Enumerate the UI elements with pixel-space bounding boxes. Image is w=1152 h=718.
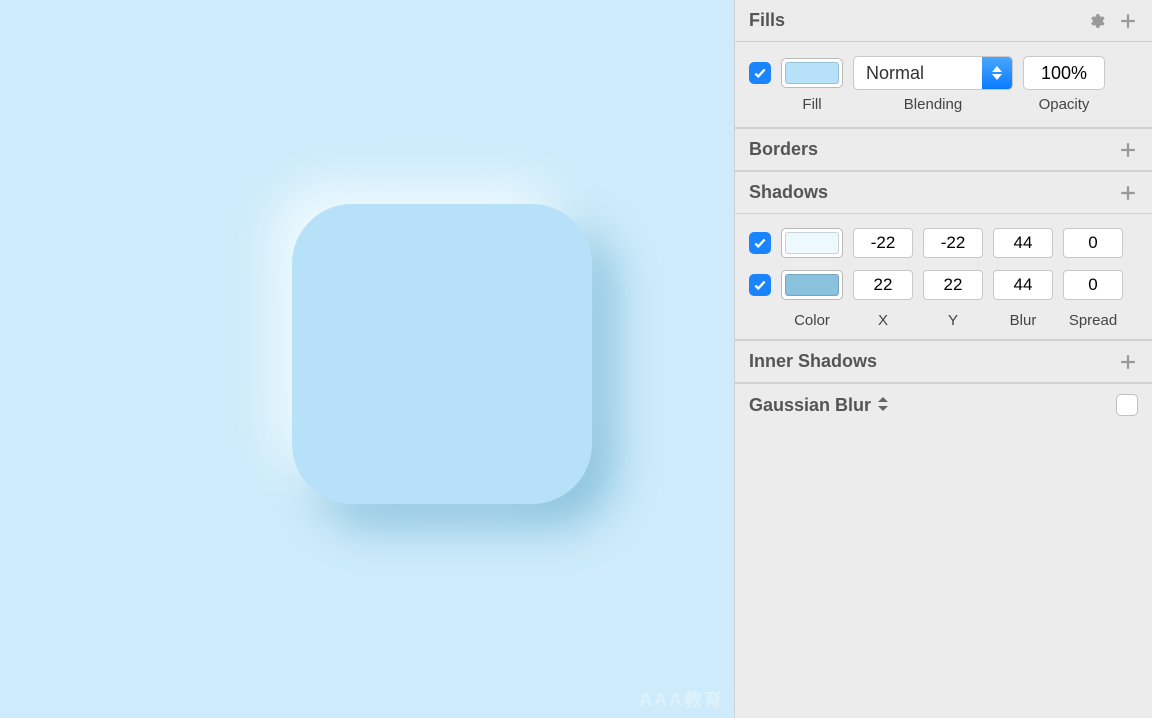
fills-title: Fills bbox=[749, 10, 785, 31]
shadow-blur-input[interactable] bbox=[993, 228, 1053, 258]
inspector-panel: Fills Normal bbox=[734, 0, 1152, 718]
updown-icon[interactable] bbox=[877, 396, 889, 415]
blending-value: Normal bbox=[866, 63, 924, 84]
canvas[interactable]: AAA教育 bbox=[0, 0, 734, 718]
shadow-row bbox=[749, 228, 1138, 258]
shadow-blur-input[interactable] bbox=[993, 270, 1053, 300]
shadow-x-input[interactable] bbox=[853, 228, 913, 258]
neumorphic-shape[interactable] bbox=[292, 204, 592, 504]
blending-select[interactable]: Normal bbox=[853, 56, 1013, 90]
gaussian-blur-title: Gaussian Blur bbox=[749, 395, 871, 416]
inner-shadows-header: Inner Shadows bbox=[735, 340, 1152, 383]
add-fill-icon[interactable] bbox=[1118, 11, 1138, 31]
y-label: Y bbox=[923, 312, 983, 329]
shadow-x-input[interactable] bbox=[853, 270, 913, 300]
gaussian-enabled-checkbox[interactable] bbox=[1116, 394, 1138, 416]
borders-title: Borders bbox=[749, 139, 818, 160]
shadows-header: Shadows bbox=[735, 171, 1152, 214]
shadow-spread-input[interactable] bbox=[1063, 228, 1123, 258]
fill-enabled-checkbox[interactable] bbox=[749, 62, 771, 84]
gear-icon[interactable] bbox=[1086, 11, 1106, 31]
spread-label: Spread bbox=[1063, 312, 1123, 329]
fill-label: Fill bbox=[781, 96, 843, 113]
watermark: AAA教育 bbox=[639, 686, 724, 712]
shadow-y-input[interactable] bbox=[923, 228, 983, 258]
opacity-label: Opacity bbox=[1023, 96, 1105, 113]
borders-header: Borders bbox=[735, 128, 1152, 171]
gaussian-blur-row: Gaussian Blur bbox=[735, 383, 1152, 426]
add-inner-shadow-icon[interactable] bbox=[1118, 352, 1138, 372]
add-shadow-icon[interactable] bbox=[1118, 183, 1138, 203]
shadow-enabled-checkbox[interactable] bbox=[749, 274, 771, 296]
fills-body: Normal Fill Blending Opacity bbox=[735, 42, 1152, 128]
shadow-y-input[interactable] bbox=[923, 270, 983, 300]
fill-color-swatch[interactable] bbox=[781, 58, 843, 88]
shadow-enabled-checkbox[interactable] bbox=[749, 232, 771, 254]
shadows-body: Color X Y Blur Spread bbox=[735, 214, 1152, 340]
blending-label: Blending bbox=[853, 96, 1013, 113]
inner-shadows-title: Inner Shadows bbox=[749, 351, 877, 372]
blur-label: Blur bbox=[993, 312, 1053, 329]
fills-header: Fills bbox=[735, 0, 1152, 42]
add-border-icon[interactable] bbox=[1118, 140, 1138, 160]
select-stepper-icon[interactable] bbox=[982, 57, 1012, 89]
shadows-title: Shadows bbox=[749, 182, 828, 203]
shadow-row bbox=[749, 270, 1138, 300]
shadow-color-swatch[interactable] bbox=[781, 270, 843, 300]
shadow-spread-input[interactable] bbox=[1063, 270, 1123, 300]
color-label: Color bbox=[781, 312, 843, 329]
x-label: X bbox=[853, 312, 913, 329]
shadow-color-swatch[interactable] bbox=[781, 228, 843, 258]
opacity-input[interactable] bbox=[1023, 56, 1105, 90]
